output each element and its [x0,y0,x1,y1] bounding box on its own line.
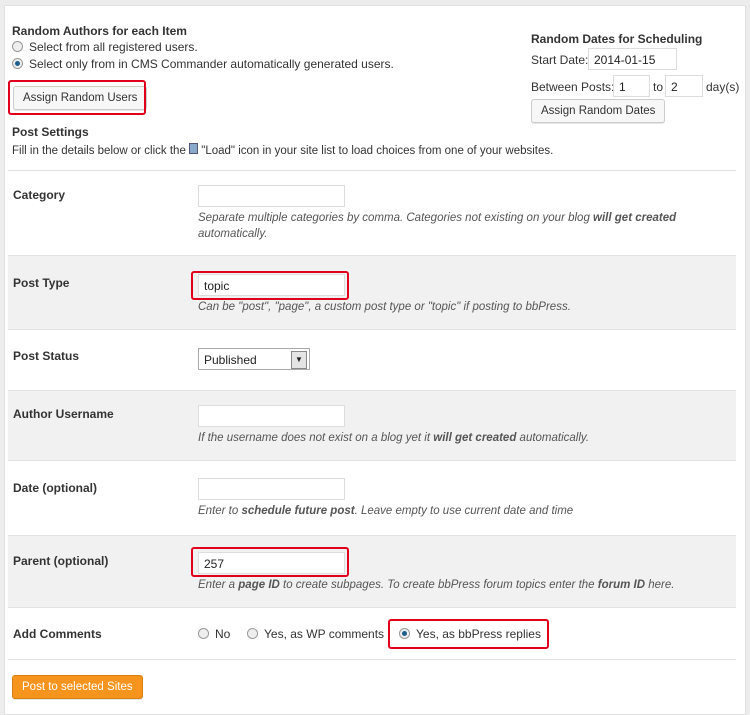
desc-bold: will get created [433,432,517,444]
row-post-status: Post Status Published ▼ [8,329,736,391]
date-input[interactable] [198,478,345,500]
post-status-label: Post Status [13,349,80,363]
row-category: Category Separate multiple categories by… [8,170,736,256]
select-value: Published [204,353,257,367]
desc-text: If the username does not exist on a blog… [198,432,434,444]
row-add-comments: Add Comments No Yes, as WP comments Yes,… [8,607,736,660]
assign-random-dates-button[interactable]: Assign Random Dates [531,99,666,123]
author-desc: If the username does not exist on a blog… [198,430,698,446]
intro-text: Fill in the details below or click the [12,145,186,157]
radio-comments-wp[interactable]: Yes, as WP comments [247,627,384,641]
date-desc: Enter to schedule future post. Leave emp… [198,503,698,519]
date-label: Date (optional) [13,481,97,495]
radio-label: Select only from in CMS Commander automa… [29,57,394,71]
desc-text: automatically. [198,228,268,240]
desc-bold: schedule future post [241,505,355,517]
post-settings-title: Post Settings [12,125,89,139]
days-unit: day(s) [706,80,740,94]
desc-text: . Leave empty to use current date and ti… [354,505,574,517]
between-to-input[interactable]: 2 [665,75,703,97]
author-input[interactable] [198,405,345,427]
load-icon [189,143,199,154]
category-label: Category [13,188,66,202]
radio-icon[interactable] [12,58,23,69]
between-from-input[interactable]: 1 [613,75,650,97]
post-to-selected-sites-button[interactable]: Post to selected Sites [12,675,143,699]
post-type-label: Post Type [13,276,70,290]
row-author: Author Username If the username does not… [8,390,736,461]
radio-comments-no[interactable]: No [198,627,230,641]
desc-text: Separate multiple categories by comma. C… [198,212,594,224]
chevron-down-icon[interactable]: ▼ [291,351,307,369]
row-date: Date (optional) Enter to schedule future… [8,460,736,536]
radio-icon[interactable] [12,41,23,52]
post-type-desc: Can be "post", "page", a custom post typ… [198,301,571,313]
start-date-label: Start Date: [531,53,589,67]
highlight-box [191,271,349,300]
post-settings-intro: Fill in the details below or click the "… [12,143,553,157]
radio-all-users[interactable]: Select from all registered users. [12,40,198,54]
between-posts-label: Between Posts: [531,80,615,94]
radio-generated-users[interactable]: Select only from in CMS Commander automa… [12,57,394,71]
desc-text: Enter to [198,505,242,517]
desc-text: to create subpages. To create bbPress fo… [279,579,598,591]
radio-label: Yes, as WP comments [264,627,385,641]
desc-text: here. [645,579,675,591]
random-dates-title: Random Dates for Scheduling [531,32,703,46]
post-status-select[interactable]: Published ▼ [198,348,310,370]
category-input[interactable] [198,185,345,207]
desc-text: automatically. [516,432,590,444]
desc-text: Enter a [198,579,239,591]
highlight-box [191,547,349,577]
highlight-box [388,619,549,649]
random-authors-title: Random Authors for each Item [12,24,187,38]
desc-bold: will get created [593,212,677,224]
desc-bold: page ID [238,579,280,591]
parent-desc: Enter a page ID to create subpages. To c… [198,577,698,593]
parent-label: Parent (optional) [13,554,109,568]
highlight-box [8,80,146,115]
row-parent: Parent (optional) 257 Enter a page ID to… [8,535,736,608]
desc-bold: forum ID [597,579,646,591]
start-date-input[interactable]: 2014-01-15 [588,48,677,70]
radio-icon[interactable] [198,628,209,639]
radio-label: No [215,627,231,641]
radio-icon[interactable] [247,628,258,639]
category-desc: Separate multiple categories by comma. C… [198,210,698,242]
intro-text: "Load" icon in your site list to load ch… [201,145,554,157]
row-post-type: Post Type topic Can be "post", "page", a… [8,255,736,330]
radio-label: Select from all registered users. [29,40,198,54]
to-label: to [653,80,664,94]
author-label: Author Username [13,407,114,421]
add-comments-label: Add Comments [13,627,102,641]
